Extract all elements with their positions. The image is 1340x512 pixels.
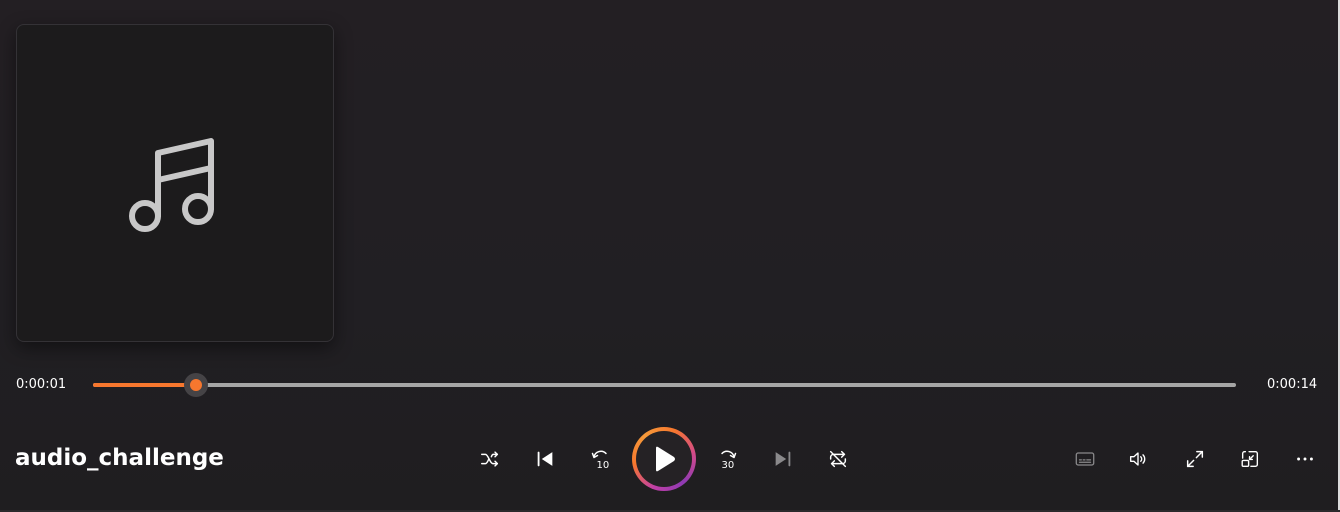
next-button[interactable] — [765, 441, 801, 477]
captions-button[interactable] — [1067, 441, 1103, 477]
fullscreen-icon — [1186, 450, 1204, 468]
track-title: audio_challenge — [15, 445, 224, 471]
mini-player-icon — [1241, 450, 1259, 468]
seek-bar[interactable] — [93, 373, 1236, 397]
current-time: 0:00:01 — [16, 377, 67, 392]
play-button-inner — [636, 431, 692, 487]
music-note-icon — [129, 138, 214, 232]
captions-icon — [1075, 452, 1095, 466]
more-options-button[interactable] — [1287, 441, 1323, 477]
repeat-button[interactable] — [820, 441, 856, 477]
album-art — [16, 24, 334, 342]
shuffle-button[interactable] — [472, 441, 508, 477]
skip-back-10-icon: 10 — [591, 450, 610, 471]
seek-thumb-dot — [189, 379, 202, 391]
volume-button[interactable] — [1120, 441, 1156, 477]
previous-button[interactable] — [527, 441, 563, 477]
play-icon — [656, 446, 675, 472]
previous-icon — [537, 451, 553, 467]
more-options-icon — [1297, 457, 1313, 461]
skip-back-button[interactable]: 10 — [582, 441, 618, 477]
svg-text:30: 30 — [722, 460, 735, 471]
media-player: 0:00:01 0:00:14 audio_challenge 10 30 — [0, 0, 1340, 512]
svg-text:10: 10 — [597, 460, 610, 471]
mini-player-button[interactable] — [1232, 441, 1268, 477]
seek-thumb[interactable] — [183, 373, 208, 397]
fullscreen-button[interactable] — [1177, 441, 1213, 477]
next-icon — [775, 451, 791, 467]
volume-icon — [1129, 452, 1146, 466]
skip-forward-button[interactable]: 30 — [710, 441, 746, 477]
total-time: 0:00:14 — [1267, 377, 1318, 392]
play-button[interactable] — [632, 427, 696, 491]
repeat-icon — [829, 450, 847, 468]
skip-forward-30-icon: 30 — [721, 450, 737, 471]
seek-progress-fill — [93, 383, 196, 387]
shuffle-icon — [481, 451, 499, 467]
